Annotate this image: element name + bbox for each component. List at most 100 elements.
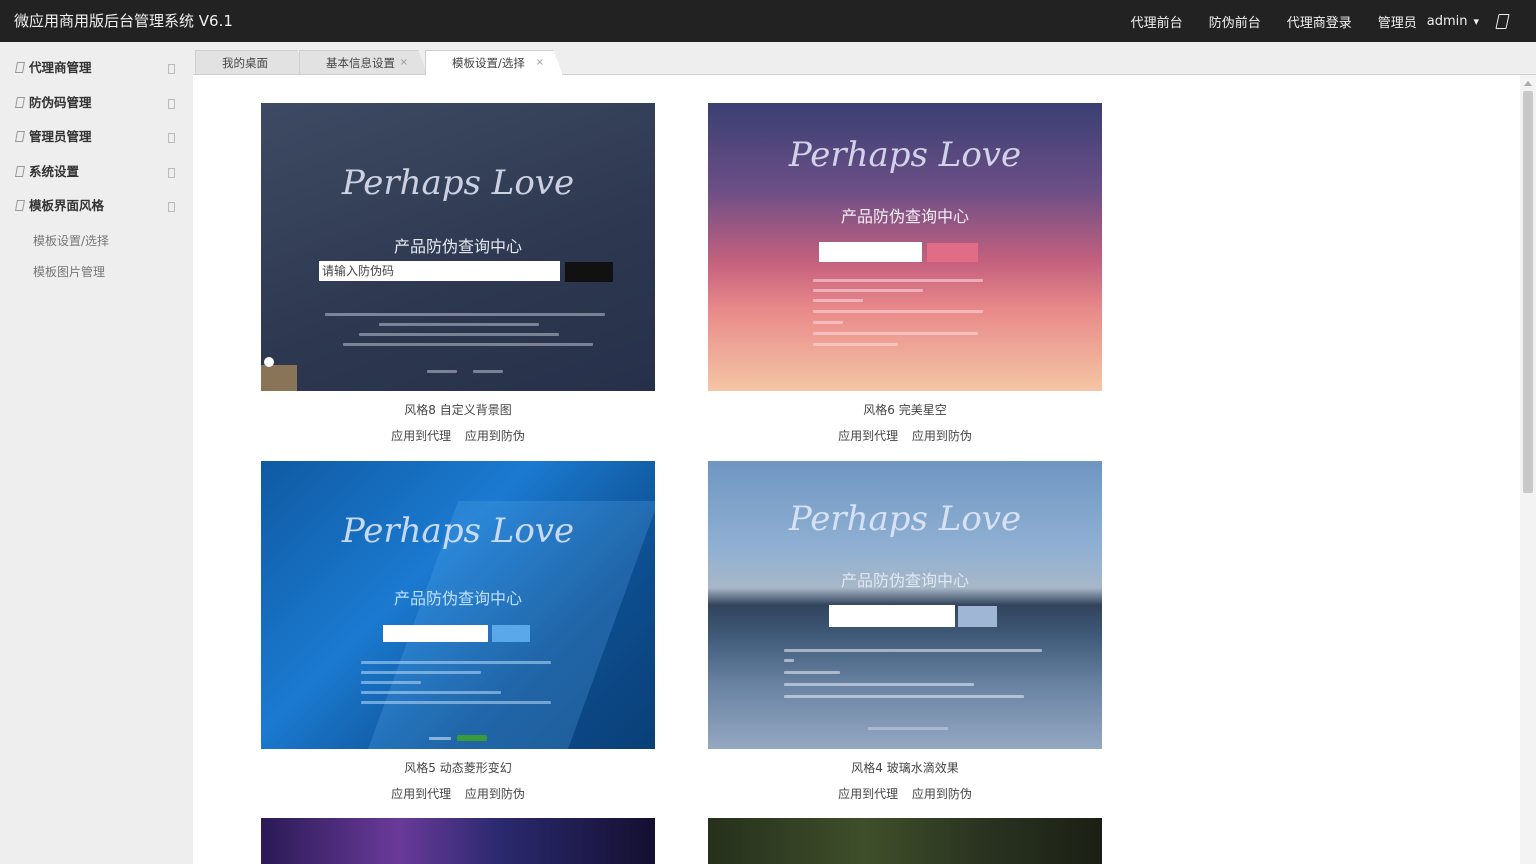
preview-heading: 产品防伪查询中心 bbox=[840, 207, 970, 226]
preview-logo: Perhaps Love bbox=[788, 135, 1022, 175]
template-name: 风格5 动态菱形变幻 bbox=[404, 761, 512, 775]
preview-heading: 产品防伪查询中心 bbox=[840, 571, 970, 590]
preview-text-line bbox=[813, 332, 978, 335]
preview-text-line bbox=[813, 289, 923, 292]
chevron-down-icon bbox=[168, 202, 175, 212]
tab-basic-info-settings[interactable]: 基本信息设置 × bbox=[299, 50, 427, 74]
tab-label: 模板设置/选择 bbox=[452, 56, 525, 70]
sidebar-item-label: 系统设置 bbox=[29, 163, 80, 179]
chevron-right-icon bbox=[168, 167, 175, 178]
template-actions: 应用到代理 应用到防伪 bbox=[708, 427, 1102, 444]
tab-bar: 我的桌面 基本信息设置 × 模板设置/选择 × bbox=[193, 42, 1536, 75]
apply-to-security-button[interactable]: 应用到防伪 bbox=[912, 429, 972, 443]
close-icon[interactable]: × bbox=[536, 51, 544, 75]
sidebar-item-template-style[interactable]: 模板界面风格 bbox=[0, 189, 193, 224]
scrollbar-thumb[interactable] bbox=[1523, 91, 1533, 493]
preview-text-line bbox=[813, 279, 983, 282]
scroll-up-icon[interactable] bbox=[1524, 81, 1532, 86]
sidebar-subitem-template-images[interactable]: 模板图片管理 bbox=[0, 257, 193, 288]
preview-input: 请输入防伪码 bbox=[319, 261, 560, 281]
top-navbar: 微应用商用版后台管理系统 V6.1 代理前台 防伪前台 代理商登录 管理员 ad… bbox=[0, 0, 1536, 42]
preview-text-line bbox=[427, 370, 457, 373]
template-preview-image[interactable]: Perhaps Love 产品防伪查询中心 bbox=[708, 461, 1102, 749]
preview-text-line bbox=[361, 691, 501, 694]
preview-text-line bbox=[473, 370, 503, 373]
preview-text-line bbox=[813, 299, 863, 302]
preview-input bbox=[383, 625, 488, 642]
preview-text-line bbox=[361, 701, 551, 704]
preview-input bbox=[819, 242, 922, 262]
template-card: Perhaps Love 产品防伪查询中心 风格4 玻璃水滴效果 应用到代理 应… bbox=[708, 461, 1102, 802]
preview-button bbox=[958, 606, 997, 627]
apply-to-security-button[interactable]: 应用到防伪 bbox=[912, 787, 972, 801]
sidebar-item-label: 管理员管理 bbox=[29, 129, 92, 144]
preview-text-line bbox=[784, 683, 974, 686]
logout-icon[interactable] bbox=[1495, 13, 1510, 29]
sidebar-subitem-template-select[interactable]: 模板设置/选择 bbox=[0, 226, 193, 257]
preview-text-line bbox=[325, 313, 605, 316]
tab-label: 基本信息设置 bbox=[326, 56, 395, 70]
preview-text-line bbox=[784, 649, 1042, 652]
close-icon[interactable]: × bbox=[400, 51, 408, 74]
tab-template-select[interactable]: 模板设置/选择 × bbox=[425, 50, 563, 75]
preview-text-line bbox=[343, 343, 593, 346]
chevron-right-icon bbox=[168, 64, 175, 74]
template-preview-image[interactable]: Perhaps Love 产品防伪查询中心 bbox=[261, 461, 655, 749]
template-preview-image[interactable]: Perhaps Love 产品防伪查询中心 bbox=[708, 103, 1102, 391]
preview-text-line bbox=[813, 343, 898, 346]
apply-to-security-button[interactable]: 应用到防伪 bbox=[465, 787, 525, 801]
topbar-links: 代理前台 防伪前台 代理商登录 管理员 admin ▾ bbox=[1131, 0, 1536, 42]
preview-text-line bbox=[784, 659, 794, 662]
vertical-scrollbar[interactable] bbox=[1520, 75, 1536, 864]
sidebar-item-agent-management[interactable]: 代理商管理 bbox=[0, 51, 193, 86]
apply-to-agent-button[interactable]: 应用到代理 bbox=[838, 429, 898, 443]
sidebar-item-label: 防伪码管理 bbox=[29, 94, 92, 110]
template-card: Perhaps Love 产品防伪查询中心 风格5 动态菱形变幻 应用到代理 应… bbox=[261, 461, 655, 802]
preview-text-line bbox=[361, 661, 551, 664]
preview-text-line bbox=[361, 681, 421, 684]
preview-button bbox=[927, 243, 978, 262]
template-preview-image[interactable] bbox=[261, 818, 655, 864]
preview-button bbox=[565, 262, 613, 282]
preview-decoration bbox=[261, 365, 297, 391]
preview-text-line bbox=[784, 695, 1024, 698]
preview-button bbox=[492, 625, 530, 642]
sidebar: 代理商管理 防伪码管理 管理员管理 系统设置 模板界面风格 模板设置/选择 模板… bbox=[0, 42, 193, 864]
sidebar-item-system-settings[interactable]: 系统设置 bbox=[0, 155, 193, 190]
agent-frontend-link[interactable]: 代理前台 bbox=[1131, 12, 1183, 31]
main-content: Perhaps Love 产品防伪查询中心 请输入防伪码 风格8 自定义背景图 … bbox=[193, 75, 1518, 864]
apply-to-agent-button[interactable]: 应用到代理 bbox=[838, 787, 898, 801]
preview-logo: Perhaps Love bbox=[341, 511, 575, 551]
sidebar-item-admin-management[interactable]: 管理员管理 bbox=[0, 120, 193, 155]
template-preview-image[interactable] bbox=[708, 818, 1102, 864]
chevron-right-icon bbox=[168, 133, 175, 143]
chevron-right-icon bbox=[168, 98, 175, 109]
sidebar-item-label: 模板界面风格 bbox=[29, 198, 105, 213]
tab-label: 我的桌面 bbox=[222, 56, 268, 70]
preview-decoration bbox=[264, 357, 274, 367]
menu-icon bbox=[15, 96, 25, 108]
apply-to-security-button[interactable]: 应用到防伪 bbox=[465, 429, 525, 443]
apply-to-agent-button[interactable]: 应用到代理 bbox=[391, 787, 451, 801]
username: admin bbox=[1426, 13, 1468, 29]
template-name: 风格8 自定义背景图 bbox=[404, 403, 512, 417]
sidebar-item-security-code-management[interactable]: 防伪码管理 bbox=[0, 86, 193, 121]
security-frontend-link[interactable]: 防伪前台 bbox=[1209, 12, 1261, 31]
template-card bbox=[708, 818, 1102, 864]
template-actions: 应用到代理 应用到防伪 bbox=[261, 427, 655, 444]
sidebar-item-label: 代理商管理 bbox=[29, 60, 92, 75]
preview-logo: Perhaps Love bbox=[341, 163, 575, 203]
app-title: 微应用商用版后台管理系统 V6.1 bbox=[14, 12, 233, 30]
tab-my-desktop[interactable]: 我的桌面 bbox=[195, 50, 305, 74]
template-preview-image[interactable]: Perhaps Love 产品防伪查询中心 请输入防伪码 bbox=[261, 103, 655, 391]
agent-login-link[interactable]: 代理商登录 bbox=[1287, 12, 1352, 31]
sidebar-submenu: 模板设置/选择 模板图片管理 bbox=[0, 226, 193, 288]
preview-text-line bbox=[868, 727, 948, 730]
preview-text-line bbox=[784, 671, 840, 674]
menu-icon bbox=[15, 200, 25, 211]
user-menu[interactable]: 管理员 admin ▾ bbox=[1378, 12, 1479, 31]
preview-text-line bbox=[429, 737, 451, 740]
preview-text-line bbox=[813, 310, 983, 313]
user-role: 管理员 bbox=[1377, 15, 1417, 31]
apply-to-agent-button[interactable]: 应用到代理 bbox=[391, 429, 451, 443]
